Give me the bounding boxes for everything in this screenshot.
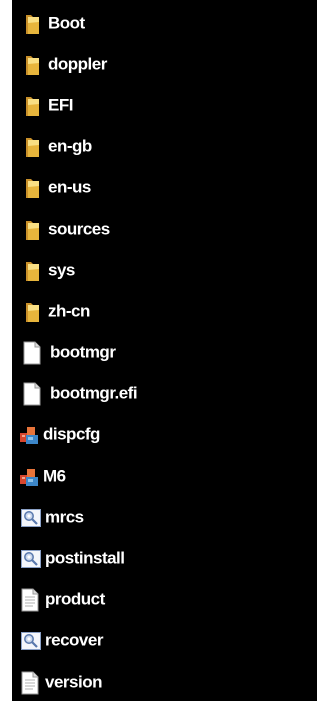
list-item-application[interactable]: M6 (12, 456, 317, 497)
item-name: M6 (43, 466, 66, 486)
list-item-file[interactable]: bootmgr (12, 333, 317, 374)
item-name: recover (45, 631, 103, 651)
item-name: bootmgr.efi (50, 383, 138, 403)
item-name: Boot (48, 13, 85, 33)
item-name: doppler (48, 54, 107, 74)
list-item-folder[interactable]: zh-cn (12, 291, 317, 332)
item-name: mrcs (45, 507, 84, 527)
item-name: en-gb (48, 136, 92, 156)
folder-icon (26, 55, 39, 75)
folder-icon (26, 14, 39, 34)
file-list: Boot doppler EFI en-gb en-us sources sys… (12, 3, 317, 701)
folder-icon (26, 96, 39, 116)
list-item-setup-information[interactable]: recover (12, 621, 317, 662)
item-name: dispcfg (43, 425, 100, 445)
list-item-setup-information[interactable]: mrcs (12, 497, 317, 538)
item-name: sys (48, 260, 75, 280)
application-icon (20, 427, 38, 445)
folder-icon (26, 138, 39, 158)
item-name: sources (48, 219, 110, 239)
list-item-text-document[interactable]: version (12, 662, 317, 701)
folder-icon (26, 261, 39, 281)
text-document-icon (21, 671, 39, 695)
item-name: version (45, 672, 102, 692)
list-item-folder[interactable]: sys (12, 250, 317, 291)
list-item-folder[interactable]: en-us (12, 168, 317, 209)
list-item-application[interactable]: dispcfg (12, 415, 317, 456)
list-item-folder[interactable]: en-gb (12, 127, 317, 168)
file-list-panel: Boot doppler EFI en-gb en-us sources sys… (12, 0, 317, 701)
folder-icon (26, 179, 39, 199)
folder-icon (26, 302, 39, 322)
setup-info-icon (21, 550, 41, 569)
list-item-folder[interactable]: Boot (12, 3, 317, 44)
application-icon (20, 468, 38, 486)
list-item-folder[interactable]: doppler (12, 44, 317, 85)
item-name: product (45, 589, 105, 609)
list-item-text-document[interactable]: product (12, 580, 317, 621)
text-document-icon (21, 588, 39, 612)
item-name: bootmgr (50, 342, 116, 362)
item-name: zh-cn (48, 301, 90, 321)
item-name: postinstall (45, 548, 125, 568)
list-item-folder[interactable]: sources (12, 209, 317, 250)
blank-file-icon (23, 382, 41, 406)
item-name: EFI (48, 95, 73, 115)
list-item-file[interactable]: bootmgr.efi (12, 374, 317, 415)
folder-icon (26, 220, 39, 240)
list-item-folder[interactable]: EFI (12, 85, 317, 126)
setup-info-icon (21, 632, 41, 651)
blank-file-icon (23, 341, 41, 365)
item-name: en-us (48, 177, 91, 197)
list-item-setup-information[interactable]: postinstall (12, 538, 317, 579)
setup-info-icon (21, 508, 41, 527)
